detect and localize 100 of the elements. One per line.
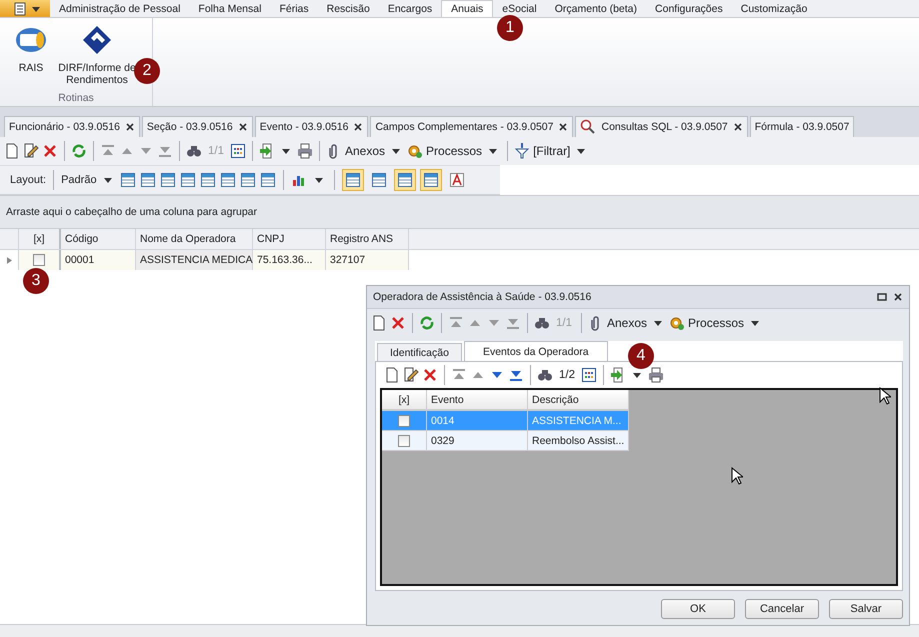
processes-button[interactable]: Processos — [407, 143, 482, 159]
binoculars-icon[interactable] — [534, 315, 550, 331]
font-icon — [448, 172, 465, 188]
ribbon-tab[interactable]: Rescisão — [318, 0, 379, 17]
table-icon[interactable] — [160, 172, 176, 188]
delete-icon[interactable] — [42, 143, 58, 159]
document-tab[interactable]: Seção - 03.9.0516 — [142, 116, 253, 137]
table-icon[interactable] — [120, 172, 136, 188]
table-row[interactable]: 0329 Reembolso Assist... — [382, 431, 629, 451]
maximize-icon[interactable] — [877, 292, 887, 302]
layout-toggle-button[interactable] — [394, 169, 416, 191]
printer-icon[interactable] — [648, 367, 664, 383]
record-counter: 1/1 — [556, 317, 572, 329]
column-header[interactable]: Código — [61, 229, 136, 249]
new-document-icon[interactable] — [4, 143, 20, 159]
edit-icon[interactable] — [23, 143, 39, 159]
document-tab-label: Funcionário - 03.9.0516 — [9, 121, 120, 133]
ribbon-tab[interactable]: Encargos — [378, 0, 442, 17]
layout-toggle-button[interactable] — [420, 169, 442, 191]
column-header[interactable]: Registro ANS — [326, 229, 409, 249]
ribbon-tab[interactable]: Férias — [270, 0, 318, 17]
calendar-icon[interactable] — [581, 367, 597, 383]
table-icon[interactable] — [220, 172, 236, 188]
ribbon-tab[interactable]: Folha Mensal — [189, 0, 270, 17]
table-icon[interactable] — [260, 172, 276, 188]
ribbon-button[interactable]: RAIS — [15, 24, 47, 74]
processes-button[interactable]: Processos — [669, 315, 744, 331]
record-counter: 1/2 — [559, 369, 575, 381]
column-header[interactable]: Evento — [427, 390, 528, 409]
table-icon — [396, 172, 413, 188]
layout-toggle-button[interactable] — [342, 169, 364, 191]
close-icon[interactable] — [558, 122, 568, 132]
table-cell: ASSISTENCIA M... — [528, 411, 629, 430]
layout-dropdown[interactable]: Padrão — [61, 172, 116, 188]
cursor-icon — [731, 467, 743, 485]
document-tab[interactable]: Fórmula - 03.9.0507 — [750, 116, 854, 137]
column-header[interactable]: Nome da Operadora — [136, 229, 253, 249]
ribbon-tab[interactable]: Anuais — [441, 0, 494, 17]
binoculars-icon[interactable] — [186, 143, 202, 159]
document-tab-label: Evento - 03.9.0516 — [260, 121, 348, 133]
document-tab[interactable]: Funcionário - 03.9.0516 — [4, 116, 140, 137]
table-cell: 0329 — [427, 431, 528, 450]
ribbon-tab[interactable]: eSocial — [493, 0, 546, 17]
ribbon-group-label: Rotinas — [58, 92, 94, 106]
table-icon[interactable] — [180, 172, 196, 188]
delete-icon[interactable] — [390, 315, 406, 331]
table-icon[interactable] — [140, 172, 156, 188]
document-tab-label: Seção - 03.9.0516 — [146, 121, 233, 133]
ribbon-tab[interactable]: Configurações — [646, 0, 732, 17]
magnifier-icon — [580, 119, 596, 135]
table-cell: Reembolso Assist... — [528, 431, 629, 450]
checkbox[interactable] — [398, 414, 410, 426]
close-icon[interactable] — [732, 122, 743, 132]
table-icon — [422, 172, 439, 188]
column-header[interactable]: [x] — [382, 390, 427, 409]
ribbon-tab[interactable]: Administração de Pessoal — [50, 0, 190, 17]
attachments-button[interactable]: Anexos — [326, 143, 386, 159]
close-icon[interactable] — [238, 122, 248, 132]
refresh-icon[interactable] — [71, 143, 87, 159]
checkbox[interactable] — [33, 254, 45, 266]
document-tab-label: Fórmula - 03.9.0507 — [754, 121, 850, 133]
table-cell: 0014 — [427, 411, 528, 430]
new-document-icon[interactable] — [371, 315, 387, 331]
attachments-button[interactable]: Anexos — [588, 315, 648, 331]
gear-icon — [407, 143, 424, 159]
edit-icon[interactable] — [403, 367, 419, 383]
checkbox[interactable] — [398, 434, 410, 446]
refresh-icon[interactable] — [419, 315, 435, 331]
printer-icon[interactable] — [297, 143, 313, 159]
document-tab[interactable]: Evento - 03.9.0516 — [254, 116, 368, 137]
close-icon[interactable] — [124, 122, 135, 132]
table-icon[interactable] — [240, 172, 256, 188]
filter-button[interactable]: [Filtrar] — [514, 143, 570, 159]
ribbon-tab[interactable]: Customização — [732, 0, 816, 17]
table-cell: 75.163.36... — [253, 250, 326, 270]
table-cell: ASSISTENCIA MEDICA — [136, 250, 253, 270]
close-icon[interactable] — [893, 292, 903, 302]
column-header[interactable]: CNPJ — [253, 229, 326, 249]
document-tab[interactable]: Campos Complementares - 03.9.0507 — [370, 116, 574, 137]
new-document-icon[interactable] — [384, 367, 400, 383]
table-cell: 327107 — [326, 250, 409, 270]
row-indicator-icon — [6, 256, 12, 264]
binoculars-icon[interactable] — [537, 367, 553, 383]
dialog-tab[interactable]: Eventos da Operadora — [464, 341, 608, 361]
dialog-button[interactable]: Salvar — [829, 599, 903, 619]
ribbon-tab[interactable]: Orçamento (beta) — [546, 0, 646, 17]
group-by-panel: Arraste aqui o cabeçalho de uma coluna para agrupar — [0, 195, 919, 229]
column-header[interactable]: Descrição — [528, 390, 629, 409]
close-icon[interactable] — [353, 122, 364, 132]
dialog-button[interactable]: Cancelar — [745, 599, 819, 619]
table-icon — [370, 172, 387, 188]
annotation-badge: 3 — [23, 268, 49, 294]
delete-icon[interactable] — [422, 367, 438, 383]
calendar-icon[interactable] — [230, 143, 246, 159]
application-menu-button[interactable] — [0, 0, 50, 17]
table-icon[interactable] — [200, 172, 216, 188]
document-tab[interactable]: Consultas SQL - 03.9.0507 — [575, 116, 748, 137]
dialog-tab[interactable]: Identificação — [377, 343, 462, 361]
document-icon — [12, 0, 28, 16]
dialog-button[interactable]: OK — [661, 599, 735, 619]
